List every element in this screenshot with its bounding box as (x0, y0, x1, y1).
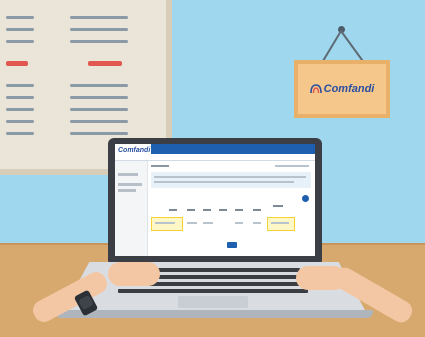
highlighted-cell (267, 217, 295, 231)
board-line (6, 28, 34, 31)
info-banner (151, 172, 311, 188)
board-line (70, 40, 128, 43)
board-accent (88, 61, 122, 66)
touchpad (178, 296, 248, 308)
app-header: Comfandi (115, 144, 315, 161)
left-hand (108, 262, 160, 286)
table-cell (271, 222, 289, 224)
board-line (6, 96, 34, 99)
board-line (70, 108, 128, 111)
table-cell (235, 222, 243, 224)
highlighted-cell (151, 217, 183, 231)
sidebar-item[interactable] (118, 173, 138, 176)
table-header (273, 205, 283, 207)
brand-sign: Comfandi (294, 60, 390, 118)
laptop-screen: Comfandi (115, 144, 315, 256)
keyboard-row (118, 289, 308, 293)
board-accent (6, 61, 28, 66)
sidebar-item[interactable] (118, 183, 142, 186)
illustration-scene: Comfandi Comfandi (0, 0, 425, 337)
table-header (253, 209, 261, 211)
table-header (235, 209, 243, 211)
board-line (6, 84, 34, 87)
table-header (187, 209, 195, 211)
brand-sign-text: Comfandi (323, 83, 375, 95)
table-cell (155, 222, 175, 224)
board-line (70, 16, 128, 19)
board-line (70, 84, 128, 87)
app-topbar (151, 144, 315, 154)
brand-logo: Comfandi (309, 83, 375, 95)
board-line (6, 120, 34, 123)
table-cell (203, 222, 213, 224)
board-line (70, 96, 128, 99)
sidebar-item[interactable] (118, 189, 136, 192)
add-button[interactable] (302, 195, 309, 202)
app-logo: Comfandi (118, 147, 151, 154)
board-line (6, 108, 34, 111)
info-text-line (154, 181, 294, 183)
page-heading (151, 165, 169, 167)
board-line (70, 28, 128, 31)
board-line (6, 132, 34, 135)
app-sidebar (115, 161, 148, 256)
table-header (219, 209, 227, 211)
board-line (70, 132, 128, 135)
table-header (169, 209, 177, 211)
table-cell (253, 222, 261, 224)
submit-button[interactable] (227, 242, 237, 248)
laptop-front-edge (55, 310, 373, 318)
header-link[interactable] (275, 165, 309, 167)
app-main (149, 161, 313, 256)
board-line (6, 40, 34, 43)
table-header (203, 209, 211, 211)
board-line (70, 120, 128, 123)
board-line (6, 16, 34, 19)
comfandi-logo-icon (309, 84, 322, 94)
table-cell (187, 222, 197, 224)
info-text-line (154, 176, 306, 178)
